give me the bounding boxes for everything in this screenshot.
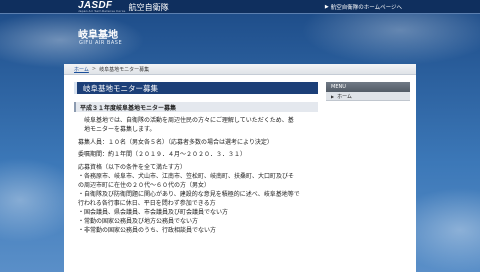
qualification-line: ・各務原市、岐阜市、犬山市、江南市、笠松町、岐南町、扶桑町、大口町及びそ — [78, 172, 295, 180]
org-name: 航空自衛隊 — [128, 2, 169, 12]
base-subtitle: GIFU AIR BASE — [79, 40, 123, 46]
qualification-line: ・常勤の国家公務員及び地方公務員でない方 — [78, 217, 199, 225]
intro-line: 岐阜基地では、自衛隊の活動を周辺住民の方々にご理解していただくため、基 — [84, 117, 294, 124]
page-heading: 岐阜基地モニター募集 — [74, 82, 318, 94]
content-panel: ホーム > 岐阜基地モニター募集 岐阜基地モニター募集 平成３１年度岐阜基地モニ… — [64, 64, 416, 272]
base-title: 岐阜基地 — [78, 30, 118, 41]
term-text: 委嘱期間：約１年間（２０１９．４月～２０２０．３．３１） — [78, 151, 247, 158]
main-content: 岐阜基地モニター募集 平成３１年度岐阜基地モニター募集 岐阜基地では、自衛隊の活… — [74, 82, 318, 235]
qualification-line: ・国会議員、県会議員、市会議員及び町会議員でない方 — [78, 208, 229, 216]
top-bar: JASDF Japan Air Self-Defense Force 航空自衛隊… — [0, 0, 480, 14]
logo-mark: JASDF Japan Air Self-Defense Force — [78, 0, 126, 13]
asdf-homepage-link[interactable]: ▶ 航空自衛隊のホームページへ — [325, 3, 402, 11]
qualification-line: 行われる各行事に休日、平日を問わず参加できる方 — [78, 199, 216, 207]
qualification-line: ・自衛隊及び防衛問題に関心があり、建設的な意見を積極的に述べ、岐阜基地等で — [78, 190, 300, 198]
arrow-right-icon: ▶ — [324, 4, 329, 10]
triangle-right-icon: ▶ — [331, 93, 335, 99]
breadcrumb-separator: > — [91, 66, 97, 72]
recruit-count: 募集人員：１０名（男女各５名）（応募者多数の場合は選考により決定） — [78, 138, 273, 146]
side-menu: MENU ▶ ホーム — [326, 82, 410, 101]
qualification-line: ・非常勤の国家公務員のうち、行政相談員でない方 — [78, 226, 217, 234]
breadcrumb-current: 岐阜基地モニター募集 — [99, 66, 150, 73]
qualification-line: の周辺市町に在住の２０代～６０代の方（男女） — [78, 181, 211, 189]
breadcrumb: ホーム > 岐阜基地モニター募集 — [64, 64, 416, 75]
intro-line: 地モニターを募集します。 — [84, 126, 156, 133]
qualification-line: 応募資格（以下の条件を全て満たす方） — [78, 163, 187, 171]
side-menu-item-home[interactable]: ▶ ホーム — [326, 92, 410, 101]
intro-paragraph: 岐阜基地では、自衛隊の活動を周辺住民の方々にご理解していただくため、基 地モニタ… — [78, 116, 316, 134]
breadcrumb-home-link[interactable]: ホーム — [74, 66, 89, 73]
section-heading: 平成３１年度岐阜基地モニター募集 — [74, 102, 318, 112]
qualification-list: 応募資格（以下の条件を全て満たす方） ・各務原市、岐阜市、犬山市、江南市、笠松町… — [78, 163, 316, 235]
menu-heading: MENU — [326, 82, 410, 92]
article-body: 岐阜基地では、自衛隊の活動を周辺住民の方々にご理解していただくため、基 地モニタ… — [74, 116, 318, 235]
side-menu-item-label: ホーム — [337, 93, 352, 100]
logo-subtext: Japan Air Self-Defense Force — [78, 9, 126, 13]
jasdf-logo[interactable]: JASDF Japan Air Self-Defense Force 航空自衛隊 — [78, 1, 169, 13]
top-link-label: 航空自衛隊のホームページへ — [330, 5, 402, 11]
